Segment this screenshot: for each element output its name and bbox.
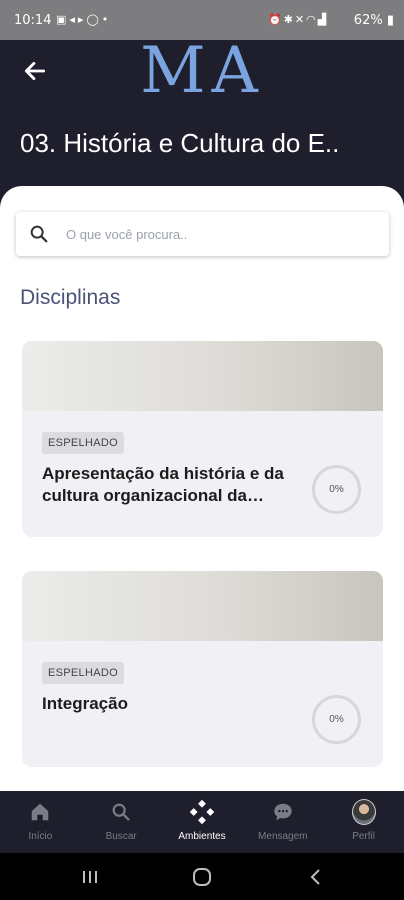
content-panel: Disciplinas ESPELHADO Apresentação da hi… — [0, 186, 404, 806]
section-title: Disciplinas — [20, 286, 121, 309]
avatar-icon — [351, 799, 376, 825]
avatar — [351, 799, 376, 825]
app-header: MA 03. História e Cultura do E.. — [0, 34, 404, 200]
status-notification-icons: ▣◂▸◯• — [56, 13, 111, 26]
search-icon — [109, 800, 133, 824]
recent-apps-button[interactable] — [78, 865, 102, 889]
page-title: 03. História e Cultura do E.. — [20, 128, 340, 158]
card-cover-image — [22, 571, 383, 641]
card-cover-image — [22, 341, 383, 411]
signal-icon: ▟ — [317, 13, 329, 26]
home-circle-icon — [193, 868, 211, 886]
nav-label: Mensagem — [258, 831, 308, 842]
arrow-left-icon — [24, 62, 46, 80]
alarm-icon: ⏰ — [268, 13, 284, 26]
battery-icon: ▮ — [386, 13, 394, 28]
system-nav-bar — [0, 853, 404, 900]
battery-percent: 62% — [353, 13, 383, 28]
card-title: Apresentação da história e da cultura or… — [42, 464, 284, 505]
diamond-grid-icon — [189, 799, 214, 825]
nav-label: Buscar — [105, 831, 137, 842]
bluetooth-icon: ✱ — [283, 13, 295, 26]
home-icon — [28, 800, 52, 824]
nav-label: Perfil — [352, 831, 375, 842]
dot-icon: • — [101, 13, 112, 26]
nav-item-inicio[interactable]: Início — [0, 791, 81, 853]
whatsapp-icon: ◯ — [86, 13, 102, 26]
status-badge: ESPELHADO — [42, 432, 124, 454]
search-input[interactable] — [66, 212, 376, 256]
status-badge: ESPELHADO — [42, 662, 124, 684]
wifi-icon: ◠ — [306, 13, 318, 26]
progress-value: 0% — [329, 714, 344, 725]
nav-item-perfil[interactable]: Perfil — [323, 791, 404, 853]
nav-item-buscar[interactable]: Buscar — [81, 791, 162, 853]
progress-indicator: 0% — [312, 695, 361, 744]
battery-level: 62% ▮ — [354, 13, 394, 28]
search-icon — [30, 225, 48, 243]
data-saver-icon: ◂▸ — [69, 13, 87, 26]
bottom-nav: Início Buscar Ambientes Mensagem Perfil — [0, 791, 404, 853]
status-time: 10:14 — [14, 13, 52, 28]
progress-indicator: 0% — [312, 465, 361, 514]
back-chevron-icon — [310, 869, 320, 885]
nav-item-mensagem[interactable]: Mensagem — [242, 791, 323, 853]
status-system-icons: ⏰✱✕◠▟ — [268, 13, 328, 26]
card-title: Integração — [42, 694, 128, 713]
discipline-card[interactable]: ESPELHADO Integração 0% — [22, 571, 383, 767]
home-button[interactable] — [190, 865, 214, 889]
back-nav-button[interactable] — [304, 865, 328, 889]
chat-bubble-icon — [271, 800, 295, 824]
app-logo: MA — [140, 34, 264, 108]
nav-label: Ambientes — [178, 831, 226, 842]
nav-item-ambientes[interactable]: Ambientes — [162, 791, 243, 853]
back-button[interactable] — [18, 54, 52, 88]
discipline-card[interactable]: ESPELHADO Apresentação da história e da … — [22, 341, 383, 537]
gallery-icon: ▣ — [56, 13, 70, 26]
search-box[interactable] — [16, 212, 389, 256]
nav-label: Início — [28, 831, 53, 842]
mute-icon: ✕ — [294, 13, 307, 26]
progress-value: 0% — [329, 484, 344, 495]
recent-apps-icon — [83, 871, 97, 883]
